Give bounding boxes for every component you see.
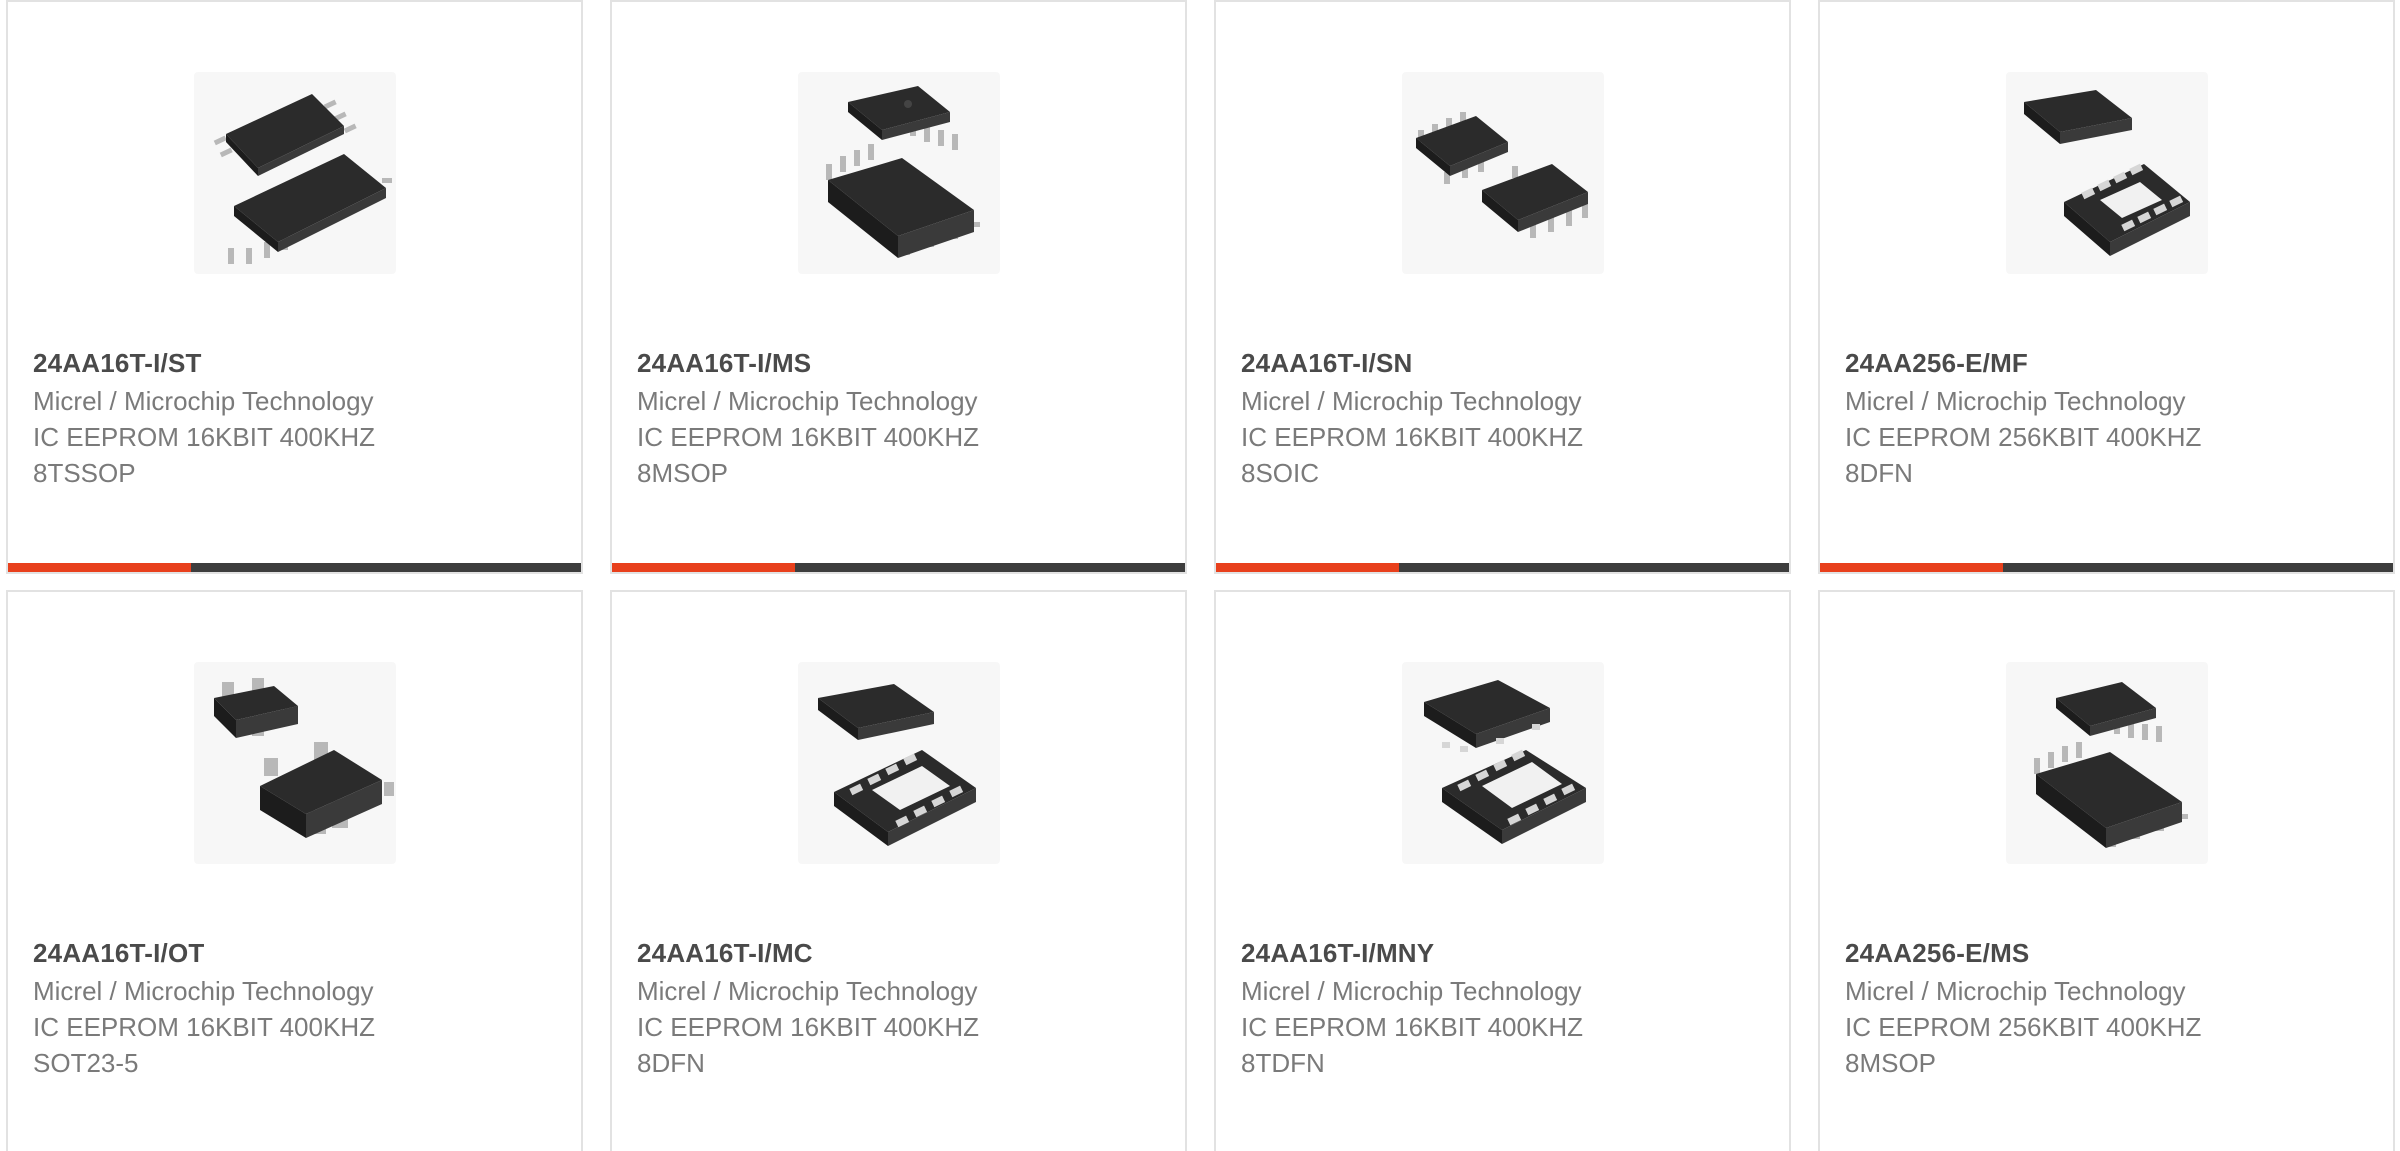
product-description: IC EEPROM 16KBIT 400KHZ xyxy=(33,1012,375,1042)
sot23-chip-icon xyxy=(194,662,396,864)
part-number[interactable]: 24AA256-E/MS xyxy=(1845,938,2029,969)
product-description: IC EEPROM 16KBIT 400KHZ xyxy=(637,422,979,452)
part-number[interactable]: 24AA16T-I/MS xyxy=(637,348,811,379)
part-number[interactable]: 24AA16T-I/MC xyxy=(637,938,813,969)
product-description: IC EEPROM 256KBIT 400KHZ xyxy=(1845,422,2202,452)
card-accent-bar xyxy=(1820,563,2003,572)
package-type: 8SOIC xyxy=(1241,458,1320,488)
part-number[interactable]: 24AA16T-I/MNY xyxy=(1241,938,1434,969)
dfn-chip-icon xyxy=(2006,72,2208,274)
package-type: 8MSOP xyxy=(637,458,729,488)
product-description: IC EEPROM 16KBIT 400KHZ xyxy=(33,422,375,452)
package-type: 8MSOP xyxy=(1845,1048,1937,1078)
package-type: 8TSSOP xyxy=(33,458,136,488)
card-bottom-bar xyxy=(1820,563,2393,572)
manufacturer-name: Micrel / Microchip Technology xyxy=(1845,976,2186,1006)
product-card[interactable]: 24AA16T-I/SN Micrel / Microchip Technolo… xyxy=(1214,0,1791,574)
package-type: 8TDFN xyxy=(1241,1048,1325,1078)
product-card[interactable]: 24AA16T-I/OT Micrel / Microchip Technolo… xyxy=(6,590,583,1151)
product-description: IC EEPROM 16KBIT 400KHZ xyxy=(1241,422,1583,452)
part-number[interactable]: 24AA16T-I/SN xyxy=(1241,348,1412,379)
manufacturer-name: Micrel / Microchip Technology xyxy=(1845,386,2186,416)
package-type: SOT23-5 xyxy=(33,1048,139,1078)
product-card[interactable]: 24AA16T-I/MNY Micrel / Microchip Technol… xyxy=(1214,590,1791,1151)
manufacturer-name: Micrel / Microchip Technology xyxy=(33,976,374,1006)
product-grid: 24AA16T-I/ST Micrel / Microchip Technolo… xyxy=(0,0,2400,1151)
card-bottom-bar xyxy=(8,563,581,572)
product-description: IC EEPROM 16KBIT 400KHZ xyxy=(1241,1012,1583,1042)
tdfn-chip-icon xyxy=(1402,662,1604,864)
card-accent-bar xyxy=(612,563,795,572)
part-number[interactable]: 24AA16T-I/ST xyxy=(33,348,202,379)
package-type: 8DFN xyxy=(637,1048,705,1078)
manufacturer-name: Micrel / Microchip Technology xyxy=(1241,976,1582,1006)
soic-chip-icon xyxy=(1402,72,1604,274)
manufacturer-name: Micrel / Microchip Technology xyxy=(637,386,978,416)
msop-chip-icon xyxy=(798,72,1000,274)
card-bottom-bar xyxy=(1216,563,1789,572)
manufacturer-name: Micrel / Microchip Technology xyxy=(1241,386,1582,416)
card-accent-bar xyxy=(8,563,191,572)
product-card[interactable]: 24AA16T-I/ST Micrel / Microchip Technolo… xyxy=(6,0,583,574)
product-card[interactable]: 24AA256-E/MS Micrel / Microchip Technolo… xyxy=(1818,590,2395,1151)
product-card[interactable]: 24AA16T-I/MC Micrel / Microchip Technolo… xyxy=(610,590,1187,1151)
tssop-chip-icon xyxy=(194,72,396,274)
msop-chip-icon xyxy=(2006,662,2208,864)
product-card[interactable]: 24AA16T-I/MS Micrel / Microchip Technolo… xyxy=(610,0,1187,574)
card-bottom-bar xyxy=(612,563,1185,572)
manufacturer-name: Micrel / Microchip Technology xyxy=(33,386,374,416)
dfn-chip-icon xyxy=(798,662,1000,864)
package-type: 8DFN xyxy=(1845,458,1913,488)
part-number[interactable]: 24AA256-E/MF xyxy=(1845,348,2028,379)
product-description: IC EEPROM 256KBIT 400KHZ xyxy=(1845,1012,2202,1042)
manufacturer-name: Micrel / Microchip Technology xyxy=(637,976,978,1006)
product-description: IC EEPROM 16KBIT 400KHZ xyxy=(637,1012,979,1042)
product-card[interactable]: 24AA256-E/MF Micrel / Microchip Technolo… xyxy=(1818,0,2395,574)
part-number[interactable]: 24AA16T-I/OT xyxy=(33,938,204,969)
card-accent-bar xyxy=(1216,563,1399,572)
